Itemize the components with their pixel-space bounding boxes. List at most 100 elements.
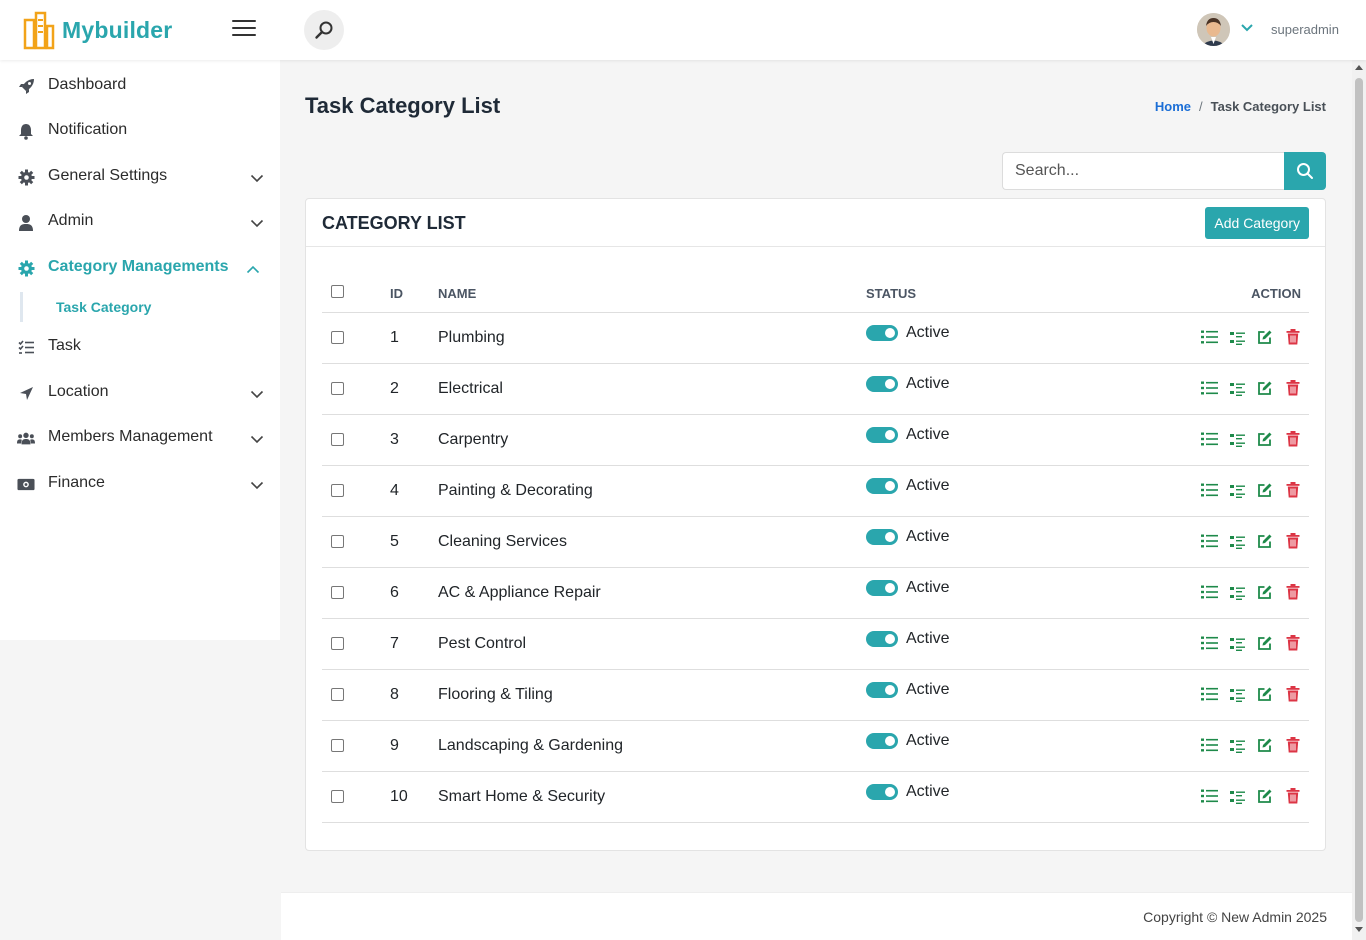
row-checkbox[interactable] — [331, 433, 344, 446]
list-view-icon[interactable] — [1200, 328, 1218, 346]
menu-toggle-button[interactable] — [232, 20, 256, 36]
details-icon[interactable] — [1228, 482, 1246, 500]
details-icon[interactable] — [1228, 431, 1246, 449]
status-label: Active — [906, 732, 950, 749]
row-checkbox[interactable] — [331, 331, 344, 344]
sidebar-item-finance[interactable]: Finance — [0, 463, 280, 503]
status-toggle[interactable] — [866, 733, 898, 749]
status-toggle[interactable] — [866, 580, 898, 596]
row-checkbox[interactable] — [331, 535, 344, 548]
avatar[interactable] — [1197, 13, 1230, 46]
delete-icon[interactable] — [1284, 430, 1302, 448]
delete-icon[interactable] — [1284, 736, 1302, 754]
list-view-icon[interactable] — [1200, 481, 1218, 499]
logo[interactable]: Mybuilder — [22, 10, 172, 50]
copyright-text: Copyright © New Admin 2025 — [1143, 909, 1327, 925]
sidebar-item-admin[interactable]: Admin — [0, 201, 280, 241]
delete-icon[interactable] — [1284, 532, 1302, 550]
breadcrumb-home-link[interactable]: Home — [1155, 99, 1191, 114]
sidebar-item-task[interactable]: Task — [0, 326, 280, 366]
status-toggle[interactable] — [866, 529, 898, 545]
list-view-icon[interactable] — [1200, 532, 1218, 550]
table-row: 6 AC & Appliance Repair Active — [322, 568, 1309, 619]
list-view-icon[interactable] — [1200, 634, 1218, 652]
edit-icon[interactable] — [1256, 583, 1274, 601]
row-checkbox[interactable] — [331, 790, 344, 803]
row-id: 4 — [390, 482, 399, 499]
edit-icon[interactable] — [1256, 328, 1274, 346]
edit-icon[interactable] — [1256, 532, 1274, 550]
select-all-checkbox[interactable] — [331, 285, 344, 298]
row-name: Painting & Decorating — [438, 482, 593, 499]
sidebar-item-general-settings[interactable]: General Settings — [0, 156, 280, 196]
details-icon[interactable] — [1228, 635, 1246, 653]
status-label: Active — [906, 528, 950, 545]
edit-icon[interactable] — [1256, 379, 1274, 397]
sidebar-item-dashboard[interactable]: Dashboard — [0, 65, 280, 105]
list-view-icon[interactable] — [1200, 430, 1218, 448]
scrollbar[interactable] — [1352, 60, 1366, 940]
edit-icon[interactable] — [1256, 481, 1274, 499]
row-checkbox[interactable] — [331, 484, 344, 497]
breadcrumb: Home / Task Category List — [1155, 99, 1326, 114]
task-list-icon — [17, 338, 35, 356]
row-checkbox[interactable] — [331, 586, 344, 599]
status-toggle[interactable] — [866, 784, 898, 800]
status-toggle[interactable] — [866, 682, 898, 698]
row-checkbox[interactable] — [331, 382, 344, 395]
sidebar-subitem-task-category[interactable]: Task Category — [20, 292, 260, 322]
delete-icon[interactable] — [1284, 481, 1302, 499]
list-view-icon[interactable] — [1200, 685, 1218, 703]
row-id: 3 — [390, 431, 399, 448]
sidebar-item-label: Admin — [48, 212, 94, 229]
status-toggle[interactable] — [866, 427, 898, 443]
row-name: Carpentry — [438, 431, 509, 448]
row-checkbox[interactable] — [331, 688, 344, 701]
status-label: Active — [906, 324, 950, 341]
list-view-icon[interactable] — [1200, 583, 1218, 601]
user-menu-toggle[interactable] — [1240, 20, 1254, 38]
status-toggle[interactable] — [866, 631, 898, 647]
delete-icon[interactable] — [1284, 634, 1302, 652]
delete-icon[interactable] — [1284, 787, 1302, 805]
search-button[interactable] — [1284, 152, 1326, 190]
edit-icon[interactable] — [1256, 430, 1274, 448]
delete-icon[interactable] — [1284, 328, 1302, 346]
search-icon — [315, 21, 333, 39]
edit-icon[interactable] — [1256, 685, 1274, 703]
sidebar-item-notification[interactable]: Notification — [0, 110, 280, 150]
details-icon[interactable] — [1228, 380, 1246, 398]
sidebar-item-category-managements[interactable]: Category Managements — [0, 247, 280, 287]
list-view-icon[interactable] — [1200, 736, 1218, 754]
row-checkbox[interactable] — [331, 637, 344, 650]
status-toggle[interactable] — [866, 325, 898, 341]
details-icon[interactable] — [1228, 533, 1246, 551]
sidebar-item-members-management[interactable]: Members Management — [0, 417, 280, 457]
scroll-down-arrow[interactable] — [1355, 927, 1363, 932]
details-icon[interactable] — [1228, 737, 1246, 755]
details-icon[interactable] — [1228, 584, 1246, 602]
sidebar-item-label: Category Managements — [48, 258, 229, 275]
delete-icon[interactable] — [1284, 685, 1302, 703]
search-input[interactable] — [1002, 152, 1286, 190]
sidebar-item-location[interactable]: Location — [0, 372, 280, 412]
scroll-thumb[interactable] — [1355, 78, 1363, 922]
details-icon[interactable] — [1228, 686, 1246, 704]
row-checkbox[interactable] — [331, 739, 344, 752]
status-toggle[interactable] — [866, 478, 898, 494]
edit-icon[interactable] — [1256, 787, 1274, 805]
details-icon[interactable] — [1228, 788, 1246, 806]
status-toggle[interactable] — [866, 376, 898, 392]
username[interactable]: superadmin — [1271, 22, 1339, 37]
delete-icon[interactable] — [1284, 379, 1302, 397]
sidebar-item-label: Task — [48, 337, 81, 354]
details-icon[interactable] — [1228, 329, 1246, 347]
delete-icon[interactable] — [1284, 583, 1302, 601]
list-view-icon[interactable] — [1200, 787, 1218, 805]
list-view-icon[interactable] — [1200, 379, 1218, 397]
edit-icon[interactable] — [1256, 736, 1274, 754]
edit-icon[interactable] — [1256, 634, 1274, 652]
global-search-button[interactable] — [304, 10, 344, 50]
add-category-button[interactable]: Add Category — [1205, 207, 1309, 239]
scroll-up-arrow[interactable] — [1355, 65, 1363, 70]
